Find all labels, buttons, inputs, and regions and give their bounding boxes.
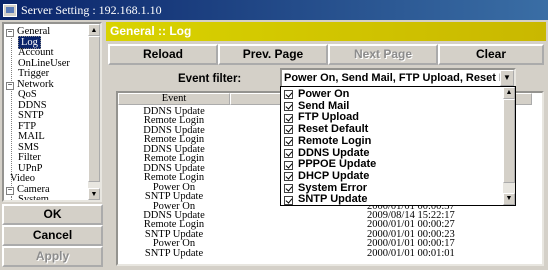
event-filter-value: Power On, Send Mail, FTP Upload, Reset D… (284, 72, 516, 84)
next-page-button[interactable]: Next Page (328, 44, 438, 65)
tree-item-label: Network (17, 78, 54, 90)
checkbox-checked-icon[interactable] (284, 160, 293, 170)
column-header-event[interactable]: Event (118, 93, 230, 105)
reload-button[interactable]: Reload (108, 44, 218, 65)
tree-connector (11, 196, 12, 200)
prev-page-button[interactable]: Prev. Page (218, 44, 328, 65)
tree-item-video[interactable]: Video (10, 173, 35, 184)
page-title: General :: Log (106, 22, 546, 41)
dropdown-scroll-down-icon[interactable]: ▼ (503, 193, 515, 205)
chevron-down-icon[interactable]: ▼ (500, 70, 514, 86)
tree-item-label: FTP (18, 120, 37, 132)
filter-option[interactable]: SNTP Update (284, 193, 368, 206)
event-filter-label: Event filter: (178, 73, 242, 85)
tree-item-label: Filter (18, 152, 41, 163)
ok-button[interactable]: OK (2, 204, 103, 225)
log-spacer (230, 230, 345, 239)
tree-item-label: UPnP (18, 162, 43, 174)
tree-connector (11, 38, 12, 83)
filter-option-label: DHCP Update (298, 169, 370, 182)
tree-item-ddns[interactable]: DDNS (18, 100, 47, 111)
event-filter-select[interactable]: Power On, Send Mail, FTP Upload, Reset D… (280, 68, 516, 88)
clear-button[interactable]: Clear (438, 44, 544, 65)
log-spacer (230, 211, 345, 220)
tree-item-upnp[interactable]: UPnP (18, 163, 43, 174)
collapse-icon[interactable]: − (6, 29, 14, 37)
tree-item-camera[interactable]: − Camera (6, 184, 50, 195)
filter-option-label: Remote Login (298, 134, 372, 147)
filter-option[interactable]: DHCP Update (284, 169, 370, 183)
checkbox-checked-icon[interactable] (284, 172, 293, 182)
tree-item-network[interactable]: − Network (6, 79, 54, 90)
tree-item-label: System (18, 194, 49, 202)
checkbox-checked-icon[interactable] (284, 90, 293, 100)
tree-item-label: DDNS (18, 99, 47, 111)
tree-scrollbar[interactable]: ▲ ▼ (88, 24, 100, 200)
checkbox-checked-icon[interactable] (284, 137, 293, 147)
filter-option[interactable]: Remote Login (284, 134, 372, 148)
checkbox-checked-icon[interactable] (284, 102, 293, 112)
tree-item-qos[interactable]: QoS (18, 89, 37, 100)
tree-item-label: Account (18, 47, 54, 58)
main-panel: General :: Log Reload Prev. Page Next Pa… (106, 22, 546, 268)
tree-item-account[interactable]: Account (18, 47, 54, 58)
event-filter-dropdown-list[interactable]: Power On Send Mail FTP Upload Reset Default… (280, 86, 516, 206)
dropdown-scroll-thumb[interactable] (503, 99, 515, 183)
log-time-cell: 2000/01/01 00:01:01 (367, 247, 455, 259)
tree-item-label: Video (10, 173, 36, 184)
filter-option-label: Power On (298, 88, 350, 100)
tree-item-label: Trigger (18, 68, 50, 79)
window-title: Server Setting : 192.168.1.10 (21, 2, 162, 17)
checkbox-checked-icon[interactable] (284, 125, 293, 135)
collapse-icon[interactable]: − (6, 186, 14, 195)
checkbox-checked-icon[interactable] (284, 183, 293, 193)
collapse-icon[interactable]: − (6, 81, 14, 90)
tree-item-filter[interactable]: Filter (18, 152, 41, 163)
settings-tree[interactable]: − General Log Account OnLineUser Trigger − Netw… (2, 22, 102, 202)
filter-option-label: SNTP Update (298, 193, 368, 206)
tree-item-log[interactable]: Log (18, 35, 41, 49)
tree-connector (11, 91, 12, 186)
filter-option[interactable]: Power On (284, 88, 350, 101)
tree-item-label: SNTP (18, 110, 44, 121)
tree-item-label: SMS (18, 141, 40, 153)
tree-item-ftp[interactable]: FTP (18, 121, 36, 132)
checkbox-checked-icon[interactable] (284, 195, 293, 205)
dropdown-scroll-up-icon[interactable]: ▲ (503, 87, 515, 99)
log-event-cell: SNTP Update (144, 247, 204, 259)
tree-item-mail[interactable]: MAIL (18, 131, 45, 142)
tree-item-onlineuser[interactable]: OnLineUser (18, 58, 70, 69)
dropdown-scrollbar[interactable]: ▲ ▼ (503, 87, 515, 205)
title-bar: Server Setting : 192.168.1.10 (0, 0, 548, 20)
scroll-up-icon[interactable]: ▲ (88, 24, 100, 36)
tree-item-sntp[interactable]: SNTP (18, 110, 44, 121)
tree-item-trigger[interactable]: Trigger (18, 68, 49, 79)
log-row[interactable]: SNTP Update 2000/01/01 00:01:01 (118, 247, 465, 259)
checkbox-checked-icon[interactable] (284, 148, 293, 158)
scroll-thumb[interactable] (88, 36, 100, 182)
checkbox-checked-icon[interactable] (284, 113, 293, 123)
log-spacer (230, 239, 345, 248)
tree-item-label: MAIL (18, 131, 45, 142)
tree-item-label: QoS (18, 89, 37, 100)
app-icon (3, 3, 17, 17)
tree-item-sms[interactable]: SMS (18, 142, 39, 153)
tree-item-system[interactable]: System (18, 194, 49, 202)
cancel-button[interactable]: Cancel (2, 225, 103, 246)
tree-item-label: Camera (17, 183, 50, 195)
scroll-down-icon[interactable]: ▼ (88, 188, 100, 200)
log-spacer (230, 220, 345, 229)
tree-item-label: OnLineUser (18, 57, 70, 69)
apply-button[interactable]: Apply (2, 246, 103, 267)
log-spacer (230, 249, 345, 258)
